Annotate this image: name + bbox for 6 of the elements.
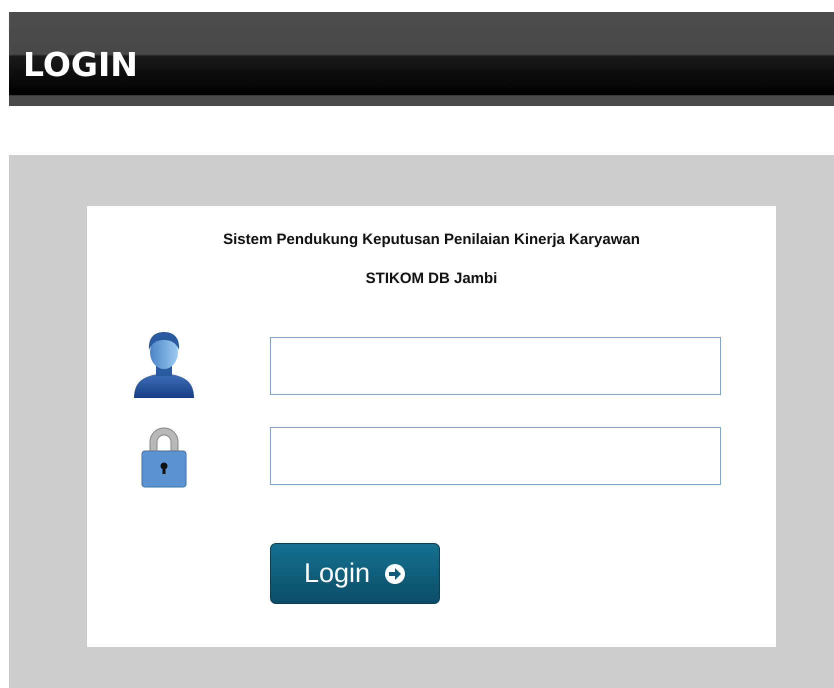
input-field[interactable] [270, 427, 721, 485]
form-title: Sistem Pendukung Keputusan Penilaian Kinerja Karyawan [222, 230, 641, 250]
page-title: LOGIN [23, 44, 138, 84]
input-field[interactable] [270, 337, 721, 395]
form-title: STIKOM DB Jambi [364, 269, 498, 289]
login-button[interactable]: Login [270, 543, 440, 604]
